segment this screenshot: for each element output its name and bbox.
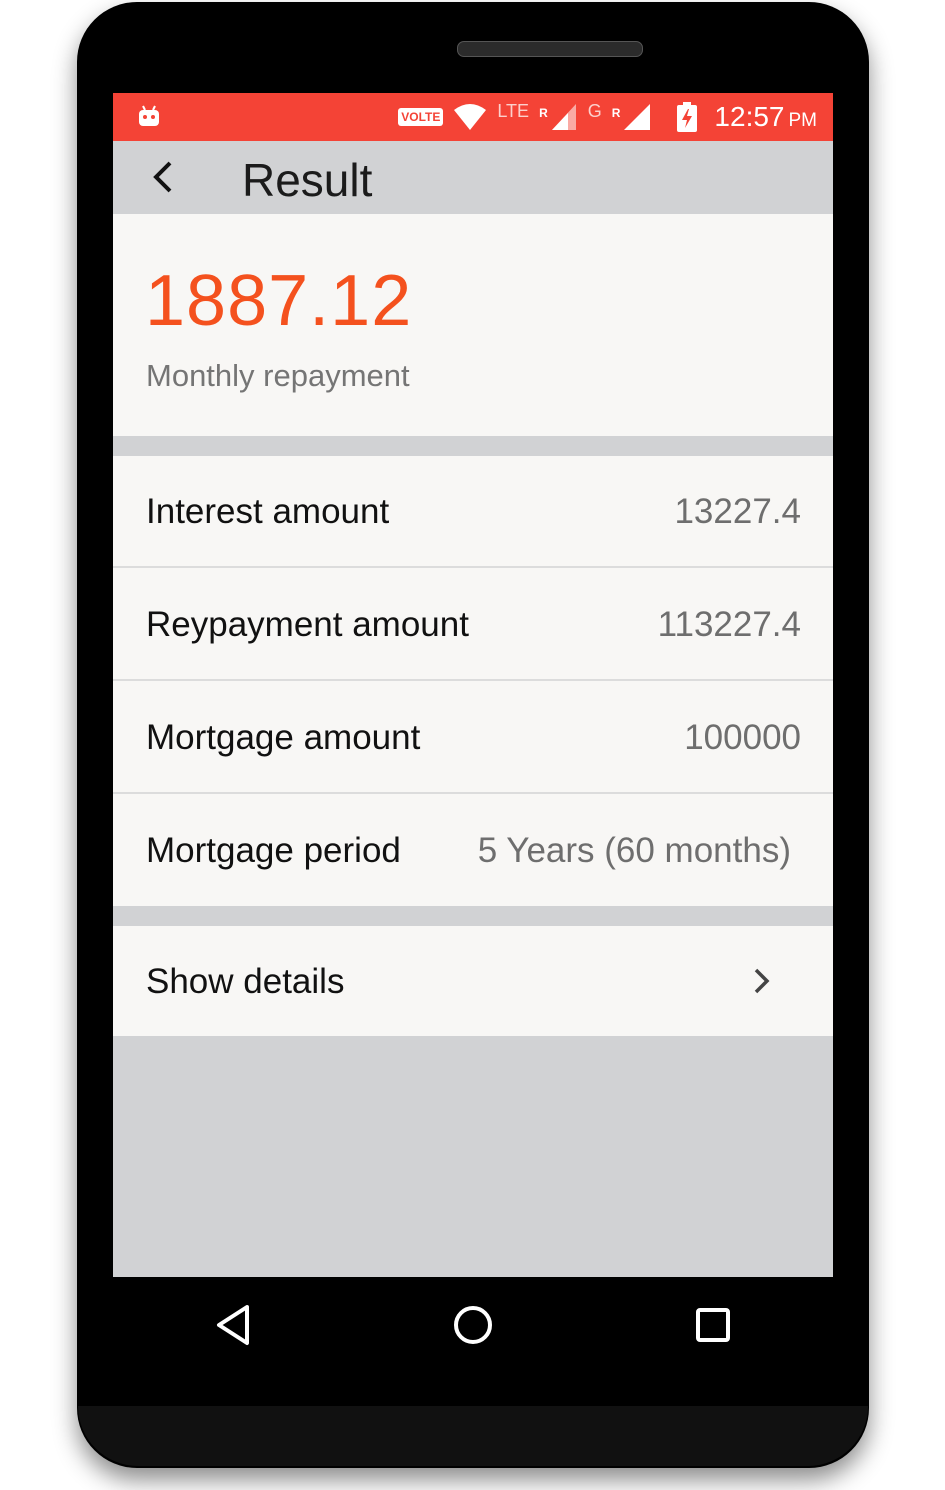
chevron-right-icon [754, 968, 770, 994]
monthly-repayment-value: 1887.12 [145, 261, 413, 341]
nav-home-button[interactable] [443, 1295, 503, 1355]
status-clock: 12:57 PM [714, 101, 817, 133]
g-signal-icon [624, 104, 651, 130]
wifi-icon [454, 104, 487, 130]
row-label: Mortgage amount [146, 718, 421, 757]
summary-row-repayment: Reypayment amount 113227.4 [113, 569, 833, 681]
phone-chin [78, 1406, 868, 1466]
monthly-repayment-label: Monthly repayment [146, 358, 410, 393]
app-bar: Result [113, 141, 833, 214]
home-circle-icon [454, 1306, 492, 1344]
show-details-label: Show details [146, 962, 345, 1001]
row-label: Interest amount [146, 492, 390, 531]
lte-signal-icon [551, 104, 576, 130]
volte-badge: VOLTE [398, 108, 444, 126]
roaming-indicator-2: R [611, 106, 621, 120]
summary-row-interest: Interest amount 13227.4 [113, 456, 833, 568]
recents-square-icon [696, 1308, 730, 1342]
back-triangle-icon [217, 1305, 249, 1345]
row-value: 13227.4 [674, 492, 801, 531]
nav-back-button[interactable] [203, 1295, 263, 1355]
g-label: G [587, 100, 602, 121]
navigation-bar [113, 1277, 833, 1373]
speaker-grille [457, 41, 643, 57]
nav-recents-button[interactable] [683, 1295, 743, 1355]
row-label: Mortgage period [146, 831, 401, 870]
clock-ampm: PM [788, 110, 818, 131]
show-details-row[interactable]: Show details [113, 926, 833, 1036]
status-bar: VOLTE LTE R G R 12:57 PM [113, 93, 833, 141]
summary-list: Interest amount 13227.4 Reypayment amoun… [113, 456, 833, 906]
row-value: 100000 [684, 718, 801, 757]
summary-row-mortgage-amount: Mortgage amount 100000 [113, 682, 833, 794]
summary-row-mortgage-period: Mortgage period 5 Years (60 months) [113, 795, 833, 907]
row-label: Reypayment amount [146, 605, 469, 644]
row-value: 5 Years (60 months) [477, 831, 791, 870]
battery-charging-icon [677, 102, 698, 132]
row-value: 113227.4 [657, 605, 801, 644]
roaming-indicator: R [539, 106, 548, 120]
chevron-left-icon [153, 161, 172, 193]
android-notification-icon [139, 105, 159, 126]
screen: VOLTE LTE R G R 12:57 PM Result 1887.12 … [113, 93, 833, 1277]
back-button[interactable] [141, 155, 185, 199]
clock-time: 12:57 [714, 101, 785, 132]
lte-label: LTE [497, 100, 530, 121]
page-title: Result [242, 154, 373, 206]
result-card: 1887.12 Monthly repayment [113, 214, 833, 436]
